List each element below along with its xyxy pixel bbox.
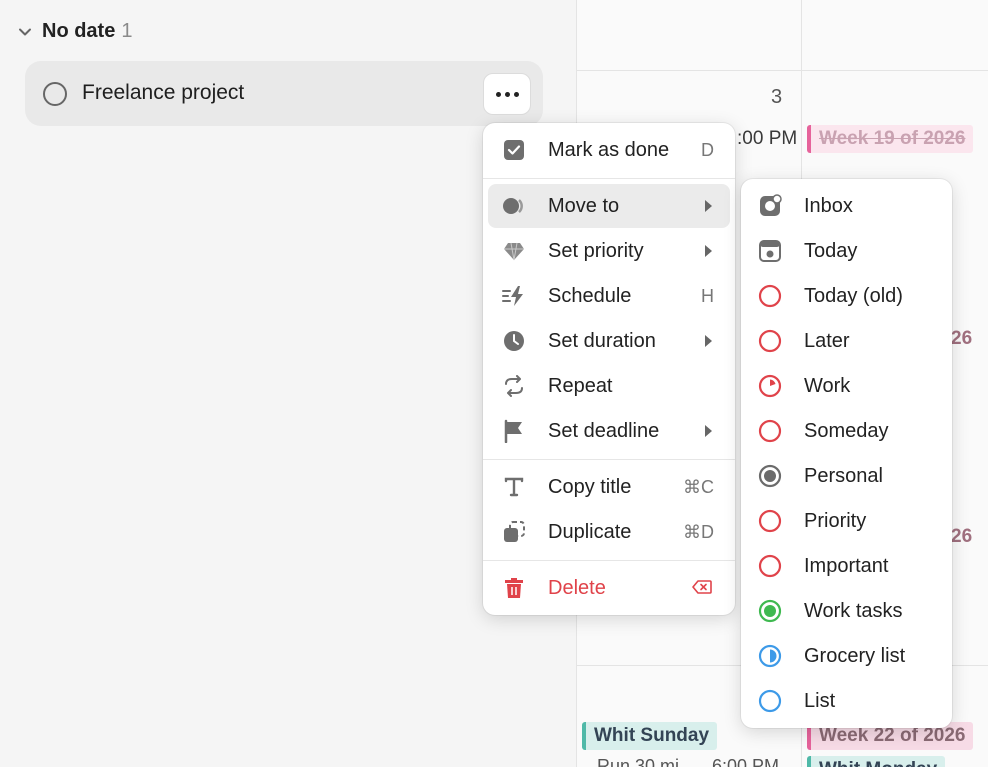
submenu-item-grocery-list[interactable]: Grocery list: [746, 634, 947, 678]
group-count: 1: [121, 20, 133, 42]
shortcut-label: H: [701, 285, 714, 306]
menu-item-label: Set duration: [548, 329, 656, 352]
circle-icon: [757, 283, 783, 309]
group-header[interactable]: No date 1: [18, 20, 132, 43]
menu-item-copy-title[interactable]: Copy title ⌘C: [488, 465, 730, 509]
week-event-partial: 26: [951, 526, 973, 547]
trash-icon: [502, 576, 526, 600]
menu-item-set-deadline[interactable]: Set deadline: [488, 409, 730, 453]
calendar-row-divider: [577, 70, 988, 71]
submenu-item-personal[interactable]: Personal: [746, 454, 947, 498]
menu-item-schedule[interactable]: Schedule H: [488, 274, 730, 318]
task-title[interactable]: Freelance project: [82, 81, 244, 105]
submenu-item-label: Work: [804, 374, 851, 397]
flag-icon: [502, 419, 526, 443]
menu-item-set-priority[interactable]: Set priority: [488, 229, 730, 273]
shortcut-label: ⌘D: [683, 521, 714, 542]
calendar-event-time-partial: 6:00 PM: [712, 756, 780, 767]
menu-divider: [483, 178, 735, 179]
circle-icon: [757, 328, 783, 354]
submenu-item-label: Inbox: [804, 194, 853, 217]
move-to-icon: [502, 194, 526, 218]
circle-icon: [757, 418, 783, 444]
submenu-arrow-icon: [705, 200, 712, 212]
menu-item-repeat[interactable]: Repeat: [488, 364, 730, 408]
text-icon: [502, 475, 526, 499]
calendar-event-partial[interactable]: Run 30 mi: [597, 756, 679, 767]
submenu-item-label: Personal: [804, 464, 883, 487]
submenu-item-label: Someday: [804, 419, 889, 442]
holiday-event-chip[interactable]: Whit Monday: [807, 756, 946, 767]
submenu-item-important[interactable]: Important: [746, 544, 947, 588]
circle-icon: [757, 508, 783, 534]
submenu-item-label: Today (old): [804, 284, 903, 307]
shortcut-label: D: [701, 139, 714, 160]
half-circle-icon: [757, 643, 783, 669]
radio-filled-icon: [757, 598, 783, 624]
submenu-item-today-old[interactable]: Today (old): [746, 274, 947, 318]
submenu-item-label: List: [804, 689, 836, 712]
submenu-item-list[interactable]: List: [746, 679, 947, 723]
submenu-item-label: Work tasks: [804, 599, 903, 622]
submenu-item-someday[interactable]: Someday: [746, 409, 947, 453]
holiday-event-chip[interactable]: Whit Sunday: [582, 722, 718, 750]
calendar-day-number[interactable]: 3: [771, 86, 782, 109]
submenu-item-label: Important: [804, 554, 889, 577]
submenu-item-priority[interactable]: Priority: [746, 499, 947, 543]
submenu-item-label: Later: [804, 329, 850, 352]
repeat-icon: [502, 374, 526, 398]
submenu-item-today[interactable]: Today: [746, 229, 947, 273]
menu-item-label: Repeat: [548, 374, 613, 397]
menu-item-mark-as-done[interactable]: Mark as done D: [488, 128, 730, 172]
menu-divider: [483, 560, 735, 561]
shortcut-label: ⌘C: [683, 476, 714, 497]
pie-circle-icon: [757, 373, 783, 399]
submenu-item-later[interactable]: Later: [746, 319, 947, 363]
inbox-icon: [757, 193, 783, 219]
menu-divider: [483, 459, 735, 460]
week-event-chip[interactable]: Week 19 of 2026: [807, 125, 974, 153]
submenu-item-label: Today: [804, 239, 858, 262]
task-item[interactable]: Freelance project: [25, 61, 543, 126]
menu-item-duplicate[interactable]: Duplicate ⌘D: [488, 510, 730, 554]
duplicate-icon: [502, 520, 526, 544]
menu-item-set-duration[interactable]: Set duration: [488, 319, 730, 363]
task-checkbox[interactable]: [43, 82, 67, 106]
dot-icon: [495, 91, 501, 97]
submenu-item-work-tasks[interactable]: Work tasks: [746, 589, 947, 633]
checkbox-checked-icon: [502, 138, 526, 162]
submenu-item-inbox[interactable]: Inbox: [746, 184, 947, 228]
today-icon: [757, 238, 783, 264]
submenu-item-label: Priority: [804, 509, 867, 532]
dot-icon: [504, 91, 510, 97]
clock-icon: [502, 329, 526, 353]
circle-icon: [757, 688, 783, 714]
submenu-arrow-icon: [705, 335, 712, 347]
chevron-down-icon[interactable]: [18, 25, 32, 39]
dot-icon: [513, 91, 519, 97]
submenu-item-work[interactable]: Work: [746, 364, 947, 408]
more-options-button[interactable]: [483, 73, 531, 115]
diamond-icon: [502, 239, 526, 263]
submenu-item-label: Grocery list: [804, 644, 906, 667]
menu-item-label: Set deadline: [548, 419, 660, 442]
radio-filled-icon: [757, 463, 783, 489]
backspace-icon: [692, 578, 712, 599]
menu-item-label: Set priority: [548, 239, 644, 262]
move-to-submenu: Inbox Today Today (old) Later Work Somed…: [741, 179, 952, 728]
menu-item-move-to[interactable]: Move to: [488, 184, 730, 228]
submenu-arrow-icon: [705, 245, 712, 257]
submenu-arrow-icon: [705, 425, 712, 437]
context-menu: Mark as done D Move to Set priority Sche…: [483, 123, 735, 615]
circle-icon: [757, 553, 783, 579]
menu-item-label: Move to: [548, 194, 620, 217]
menu-item-delete[interactable]: Delete: [488, 566, 730, 610]
week-event-partial: 26: [951, 328, 973, 349]
calendar-event-time[interactable]: :00 PM: [737, 128, 797, 150]
group-title: No date: [42, 20, 116, 42]
lightning-icon: [502, 284, 526, 308]
